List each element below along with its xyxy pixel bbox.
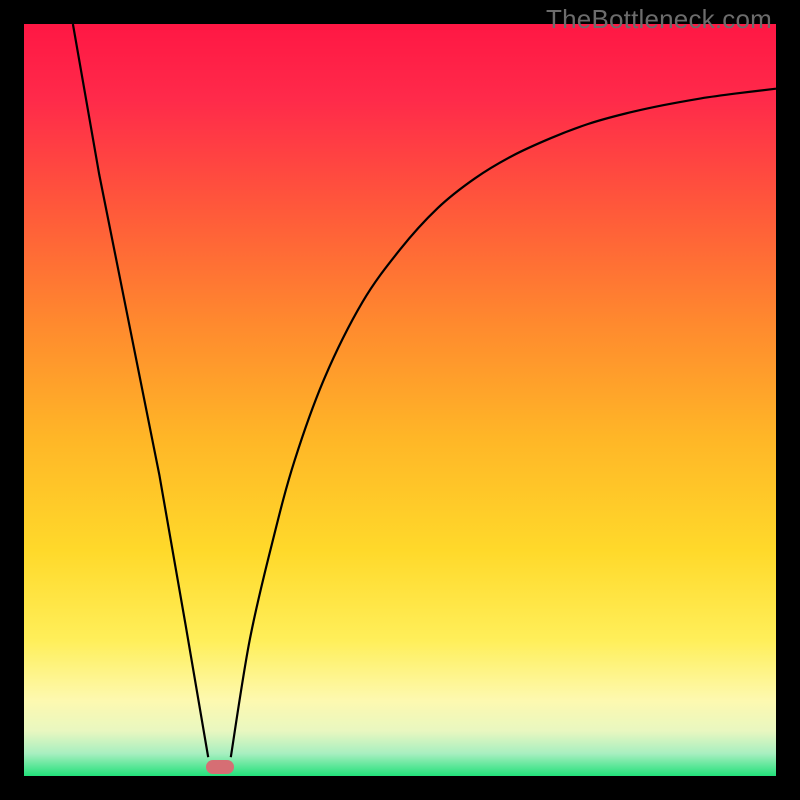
chart-frame (24, 24, 776, 776)
gradient-background (24, 24, 776, 776)
watermark-text: TheBottleneck.com (546, 4, 772, 35)
optimal-marker (206, 760, 234, 774)
